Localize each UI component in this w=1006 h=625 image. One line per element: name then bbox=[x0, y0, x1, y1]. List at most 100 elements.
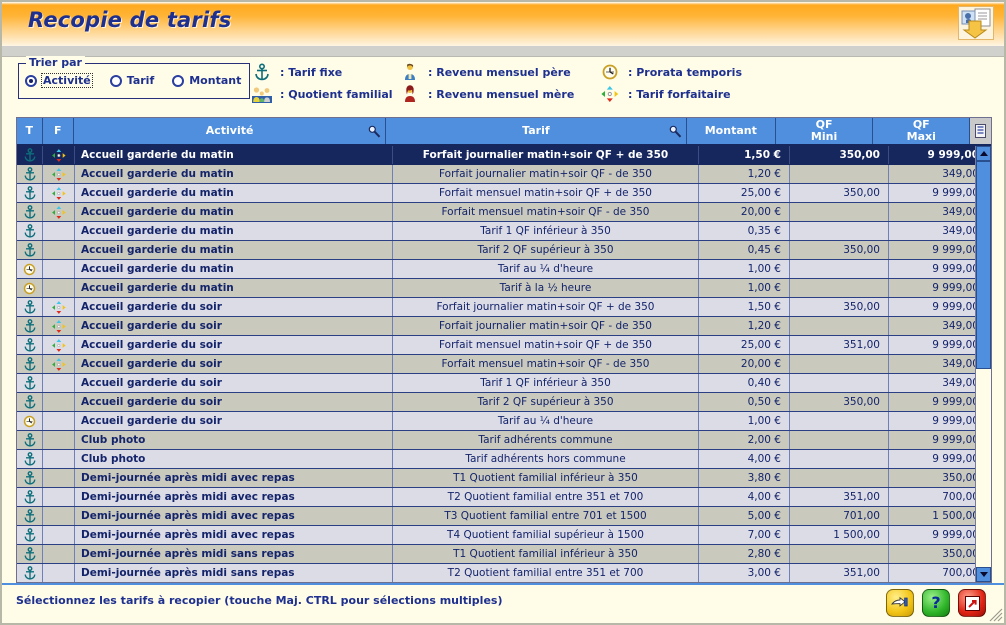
radio-option-montant[interactable]: Montant bbox=[172, 74, 241, 87]
table-row[interactable]: Accueil garderie du matinTarif 2 QF supé… bbox=[17, 241, 991, 260]
scroll-down-button[interactable] bbox=[976, 567, 991, 582]
table-row[interactable]: Accueil garderie du soirTarif au ¼ d'heu… bbox=[17, 412, 991, 431]
column-header-qf-maxi[interactable]: QF Maxi bbox=[873, 118, 970, 144]
column-header-activite[interactable]: Activité bbox=[74, 118, 386, 144]
exit-arrow-icon bbox=[965, 596, 980, 611]
cell-t bbox=[17, 279, 43, 297]
cell-qfmaxi: 349,00 bbox=[889, 165, 988, 183]
legend-item-tarif-forfaitaire: : Tarif forfaitaire bbox=[600, 85, 800, 103]
table-row[interactable]: Demi-journée après midi sans repasT1 Quo… bbox=[17, 545, 991, 564]
cell-tarif: Forfait journalier matin+soir QF - de 35… bbox=[393, 317, 699, 335]
cell-f bbox=[43, 184, 75, 202]
tarifs-grid: T F Activité Tarif bbox=[16, 117, 992, 583]
cell-qfmini bbox=[790, 469, 889, 487]
scroll-up-button[interactable] bbox=[976, 146, 991, 161]
table-row[interactable]: Accueil garderie du matinTarif à la ½ he… bbox=[17, 279, 991, 298]
cell-activite: Demi-journée après midi sans repas bbox=[75, 564, 393, 582]
cell-t bbox=[17, 374, 43, 392]
table-row[interactable]: Accueil garderie du matinForfait mensuel… bbox=[17, 184, 991, 203]
cell-montant: 20,00 € bbox=[699, 355, 790, 373]
cell-qfmaxi: 350,00 bbox=[889, 545, 988, 563]
cell-qfmaxi: 9 999,00 bbox=[889, 260, 988, 278]
father-icon bbox=[400, 63, 420, 81]
radio-dot-montant[interactable] bbox=[172, 75, 184, 87]
radio-dot-activite[interactable] bbox=[25, 75, 37, 87]
four-arrows-icon bbox=[51, 338, 67, 353]
four-arrows-icon bbox=[51, 357, 67, 372]
table-row[interactable]: Accueil garderie du matinTarif 1 QF infé… bbox=[17, 222, 991, 241]
cell-activite: Accueil garderie du matin bbox=[75, 184, 393, 202]
grid-vertical-scrollbar[interactable] bbox=[975, 146, 991, 582]
column-header-tarif[interactable]: Tarif bbox=[386, 118, 686, 144]
cell-f bbox=[43, 374, 75, 392]
table-row[interactable]: Accueil garderie du soirForfait journali… bbox=[17, 298, 991, 317]
cell-activite: Accueil garderie du soir bbox=[75, 412, 393, 430]
table-row[interactable]: Accueil garderie du matinForfait mensuel… bbox=[17, 203, 991, 222]
scroll-thumb[interactable] bbox=[976, 161, 991, 369]
cell-tarif: Tarif adhérents hors commune bbox=[393, 450, 699, 468]
legend-item-revenu-pere: : Revenu mensuel père bbox=[400, 63, 600, 81]
anchor-icon bbox=[22, 185, 38, 201]
column-header-f[interactable]: F bbox=[43, 118, 74, 144]
table-row[interactable]: Accueil garderie du soirTarif 1 QF infér… bbox=[17, 374, 991, 393]
cell-activite: Accueil garderie du matin bbox=[75, 241, 393, 259]
table-row[interactable]: Accueil garderie du matinForfait journal… bbox=[17, 146, 991, 165]
cell-f bbox=[43, 393, 75, 411]
anchor-icon bbox=[22, 394, 38, 410]
legend-label-tarif-fixe: : Tarif fixe bbox=[280, 66, 342, 79]
cell-tarif: T1 Quotient familial inférieur à 350 bbox=[393, 545, 699, 563]
anchor-icon bbox=[22, 204, 38, 220]
table-row[interactable]: Demi-journée après midi avec repasT4 Quo… bbox=[17, 526, 991, 545]
cell-qfmini: 350,00 bbox=[790, 241, 889, 259]
table-row[interactable]: Club photoTarif adhérents commune2,00 €9… bbox=[17, 431, 991, 450]
grid-header-row: T F Activité Tarif bbox=[17, 118, 991, 146]
table-row[interactable]: Club photoTarif adhérents hors commune4,… bbox=[17, 450, 991, 469]
search-icon-activite[interactable] bbox=[368, 125, 381, 138]
cell-montant: 2,80 € bbox=[699, 545, 790, 563]
table-row[interactable]: Accueil garderie du soirForfait mensuel … bbox=[17, 336, 991, 355]
table-row[interactable]: Accueil garderie du soirTarif 2 QF supér… bbox=[17, 393, 991, 412]
anchor-icon bbox=[22, 546, 38, 562]
list-menu-icon[interactable] bbox=[970, 118, 991, 144]
cell-montant: 25,00 € bbox=[699, 336, 790, 354]
cell-montant: 2,00 € bbox=[699, 431, 790, 449]
search-icon-tarif[interactable] bbox=[669, 125, 682, 138]
table-row[interactable]: Accueil garderie du soirForfait mensuel … bbox=[17, 355, 991, 374]
cell-f bbox=[43, 279, 75, 297]
cell-activite: Accueil garderie du matin bbox=[75, 279, 393, 297]
cell-qfmini bbox=[790, 279, 889, 297]
table-row[interactable]: Demi-journée après midi avec repasT2 Quo… bbox=[17, 488, 991, 507]
legend-item-prorata: : Prorata temporis bbox=[600, 63, 800, 81]
column-header-montant[interactable]: Montant bbox=[687, 118, 776, 144]
cell-montant: 0,45 € bbox=[699, 241, 790, 259]
cell-qfmaxi: 9 999,00 bbox=[889, 146, 988, 164]
family-icon bbox=[252, 85, 272, 103]
radio-option-tarif[interactable]: Tarif bbox=[110, 74, 155, 87]
help-button[interactable]: ? bbox=[922, 589, 950, 617]
radio-dot-tarif[interactable] bbox=[110, 75, 122, 87]
cell-qfmaxi: 9 999,00 bbox=[889, 393, 988, 411]
table-row[interactable]: Accueil garderie du matinTarif au ¼ d'he… bbox=[17, 260, 991, 279]
cell-tarif: Forfait mensuel matin+soir QF - de 350 bbox=[393, 203, 699, 221]
cell-montant: 20,00 € bbox=[699, 203, 790, 221]
radio-option-activite[interactable]: Activité bbox=[25, 73, 93, 88]
table-row[interactable]: Demi-journée après midi avec repasT3 Quo… bbox=[17, 507, 991, 526]
cell-t bbox=[17, 526, 43, 544]
close-button[interactable] bbox=[958, 589, 986, 617]
validate-button[interactable] bbox=[886, 589, 914, 617]
resize-grip[interactable] bbox=[989, 608, 1003, 622]
clock-icon bbox=[22, 262, 37, 277]
cell-montant: 25,00 € bbox=[699, 184, 790, 202]
cell-qfmini bbox=[790, 222, 889, 240]
cell-t bbox=[17, 184, 43, 202]
cell-tarif: Forfait journalier matin+soir QF + de 35… bbox=[393, 146, 699, 164]
cell-f bbox=[43, 260, 75, 278]
cell-qfmaxi: 700,00 bbox=[889, 564, 988, 582]
table-row[interactable]: Demi-journée après midi avec repasT1 Quo… bbox=[17, 469, 991, 488]
anchor-icon bbox=[22, 527, 38, 543]
table-row[interactable]: Accueil garderie du soirForfait journali… bbox=[17, 317, 991, 336]
table-row[interactable]: Demi-journée après midi sans repasT2 Quo… bbox=[17, 564, 991, 582]
column-header-t[interactable]: T bbox=[17, 118, 43, 144]
column-header-qf-mini[interactable]: QF Mini bbox=[776, 118, 873, 144]
table-row[interactable]: Accueil garderie du matinForfait journal… bbox=[17, 165, 991, 184]
